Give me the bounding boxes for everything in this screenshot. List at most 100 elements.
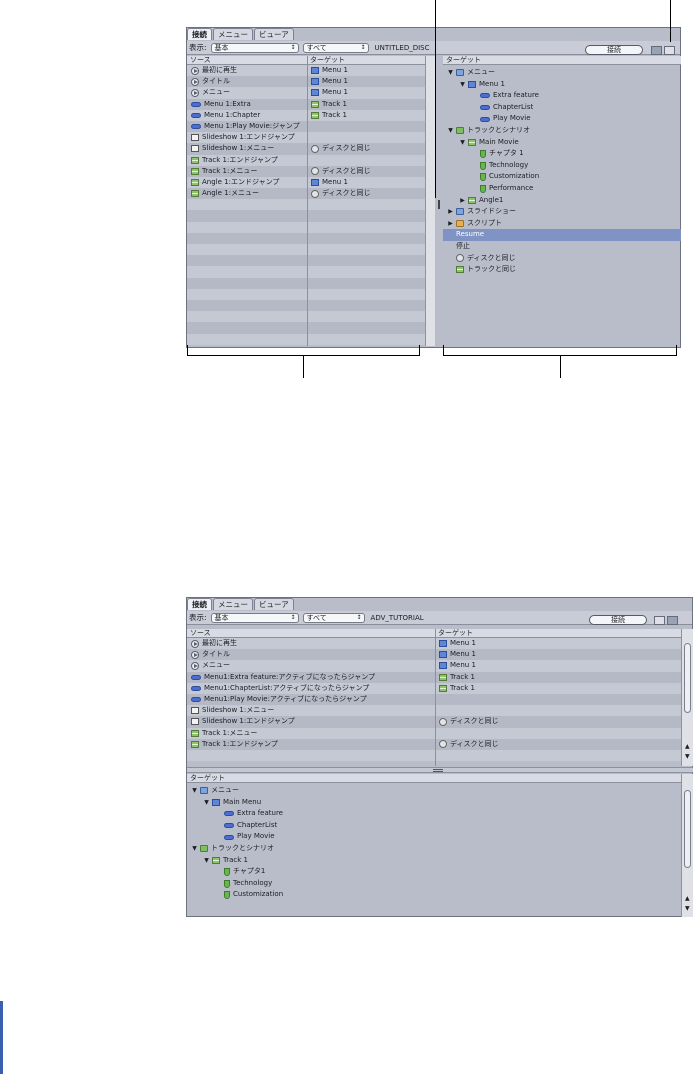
disclosure-right-icon[interactable]: ▶ <box>447 206 454 218</box>
tree-item[interactable]: ▶ Angle1 <box>443 195 681 207</box>
target-cell[interactable]: Track 1 <box>439 683 475 694</box>
tree-item[interactable]: チャプタ1 <box>187 866 681 878</box>
target-cell[interactable]: Menu 1 <box>439 649 476 660</box>
table-row[interactable]: タイトル Menu 1 <box>187 76 425 88</box>
tab-menu[interactable]: メニュー <box>213 598 253 610</box>
scroll-thumb[interactable] <box>684 643 691 713</box>
disclosure-down-icon[interactable]: ▼ <box>447 125 454 137</box>
filter-all-popup[interactable]: すべて <box>302 612 365 623</box>
tree-item[interactable]: Technology <box>187 878 681 890</box>
target-cell[interactable]: Track 1 <box>439 672 475 683</box>
tree-item[interactable]: Resume <box>443 229 681 241</box>
table-row[interactable]: 最初に再生 Menu 1 <box>187 638 681 650</box>
split-view-icon[interactable] <box>654 616 665 625</box>
target-column-header[interactable]: ターゲット <box>307 56 425 65</box>
scroll-down-arrow[interactable]: ▼ <box>685 753 690 760</box>
split-bar[interactable] <box>187 767 693 773</box>
table-row[interactable]: Menu1:Play Movie:アクティブになったらジャンプ <box>187 693 681 706</box>
target-cell[interactable]: Track 1 <box>311 99 347 110</box>
target-column-header[interactable]: ターゲット <box>435 629 681 638</box>
vertical-scrollbar[interactable]: ▲ ▼ <box>681 774 693 917</box>
tree-item[interactable]: Customization <box>187 889 681 901</box>
disclosure-right-icon[interactable]: ▶ <box>447 218 454 230</box>
vertical-scrollbar[interactable]: ▲ ▼ <box>681 629 693 766</box>
source-column-header[interactable]: ソース <box>187 629 435 638</box>
table-row[interactable]: Track 1:メニュー ディスクと同じ <box>187 165 425 177</box>
tab-viewer[interactable]: ビューア <box>254 598 294 610</box>
stacked-view-icon[interactable] <box>667 616 678 625</box>
tab-connections[interactable]: 接続 <box>187 598 212 610</box>
target-cell[interactable]: Menu 1 <box>311 76 348 87</box>
tree-item[interactable]: ▼ メニュー <box>187 785 681 797</box>
scroll-down-arrow[interactable]: ▼ <box>685 905 690 912</box>
table-row[interactable]: Menu 1:Play Movie:ジャンプ <box>187 120 425 133</box>
tree-item[interactable]: Customization <box>443 171 681 183</box>
tree-item[interactable]: ▼ Main Menu <box>187 797 681 809</box>
disclosure-down-icon[interactable]: ▼ <box>191 785 198 797</box>
tree-item[interactable]: ▼ メニュー <box>443 67 681 79</box>
tree-item[interactable]: トラックと同じ <box>443 264 681 276</box>
target-cell[interactable]: ディスクと同じ <box>311 166 371 177</box>
disclosure-down-icon[interactable]: ▼ <box>447 67 454 79</box>
disclosure-down-icon[interactable]: ▼ <box>191 843 198 855</box>
target-cell[interactable]: ディスクと同じ <box>439 716 499 727</box>
table-row[interactable]: Menu1:Extra feature:アクティブになったらジャンプ Track … <box>187 671 681 683</box>
disclosure-down-icon[interactable]: ▼ <box>203 855 210 867</box>
target-cell[interactable]: Menu 1 <box>311 177 348 188</box>
tree-item[interactable]: ChapterList <box>443 102 681 114</box>
source-column-header[interactable]: ソース <box>187 56 307 65</box>
view-basic-popup[interactable]: 基本 <box>210 612 299 623</box>
disclosure-down-icon[interactable]: ▼ <box>459 137 466 149</box>
table-row[interactable]: タイトル Menu 1 <box>187 649 681 661</box>
scroll-up-arrow[interactable]: ▲ <box>685 743 690 750</box>
table-row[interactable]: Slideshow 1:メニュー ディスクと同じ <box>187 143 425 155</box>
split-handle[interactable] <box>438 200 440 209</box>
filter-all-popup[interactable]: すべて <box>302 42 369 53</box>
tree-item[interactable]: チャプタ 1 <box>443 148 681 160</box>
table-row[interactable]: Angle 1:エンドジャンプ Menu 1 <box>187 176 425 189</box>
table-row[interactable]: Angle 1:メニュー ディスクと同じ <box>187 188 425 200</box>
scroll-thumb[interactable] <box>684 790 691 868</box>
target-cell[interactable]: Menu 1 <box>439 638 476 649</box>
disclosure-down-icon[interactable]: ▼ <box>459 79 466 91</box>
target-cell[interactable]: ディスクと同じ <box>439 739 499 750</box>
target-cell[interactable]: ディスクと同じ <box>311 143 371 154</box>
tree-item[interactable]: Extra feature <box>443 90 681 102</box>
vertical-scrollbar[interactable] <box>425 56 435 346</box>
tree-item[interactable]: ▼ Track 1 <box>187 855 681 867</box>
stacked-view-icon[interactable] <box>664 46 675 55</box>
table-row[interactable]: Slideshow 1:エンドジャンプ ディスクと同じ <box>187 716 681 728</box>
table-row[interactable]: Menu 1:Extra Track 1 <box>187 98 425 110</box>
tab-menu[interactable]: メニュー <box>213 28 253 40</box>
tree-item[interactable]: Extra feature <box>187 808 681 820</box>
tree-item[interactable]: 停止 <box>443 241 681 253</box>
tab-connections[interactable]: 接続 <box>187 28 212 40</box>
table-row[interactable]: Track 1:エンドジャンプ ディスクと同じ <box>187 738 681 750</box>
tree-item[interactable]: ▶ スクリプト <box>443 218 681 230</box>
target-cell[interactable]: Menu 1 <box>311 65 348 76</box>
tree-item[interactable]: ▼ Menu 1 <box>443 79 681 91</box>
disclosure-down-icon[interactable]: ▼ <box>203 797 210 809</box>
tree-item[interactable]: Technology <box>443 160 681 172</box>
tab-viewer[interactable]: ビューア <box>254 28 294 40</box>
disclosure-right-icon[interactable]: ▶ <box>459 195 466 207</box>
tree-item[interactable]: Play Movie <box>443 113 681 125</box>
split-view-icon[interactable] <box>651 46 662 55</box>
scroll-up-arrow[interactable]: ▲ <box>685 895 690 902</box>
split-grip-icon[interactable] <box>433 769 443 772</box>
table-row[interactable]: メニュー Menu 1 <box>187 87 425 99</box>
target-cell[interactable]: Menu 1 <box>439 660 476 671</box>
target-cell[interactable]: Track 1 <box>311 110 347 121</box>
table-row[interactable]: 最初に再生 Menu 1 <box>187 65 425 77</box>
view-basic-popup[interactable]: 基本 <box>210 42 299 53</box>
table-row[interactable]: Track 1:エンドジャンプ <box>187 154 425 166</box>
table-row[interactable]: Slideshow 1:メニュー <box>187 705 681 717</box>
tree-item[interactable]: ▶ スライドショー <box>443 206 681 218</box>
tree-item[interactable]: ▼ トラックとシナリオ <box>443 125 681 137</box>
connect-button[interactable]: 接続 <box>589 615 647 625</box>
tree-item[interactable]: ディスクと同じ <box>443 253 681 265</box>
tree-item[interactable]: ▼ Main Movie <box>443 137 681 149</box>
tree-item[interactable]: Performance <box>443 183 681 195</box>
table-row[interactable]: メニュー Menu 1 <box>187 660 681 672</box>
table-row[interactable]: Track 1:メニュー <box>187 727 681 739</box>
